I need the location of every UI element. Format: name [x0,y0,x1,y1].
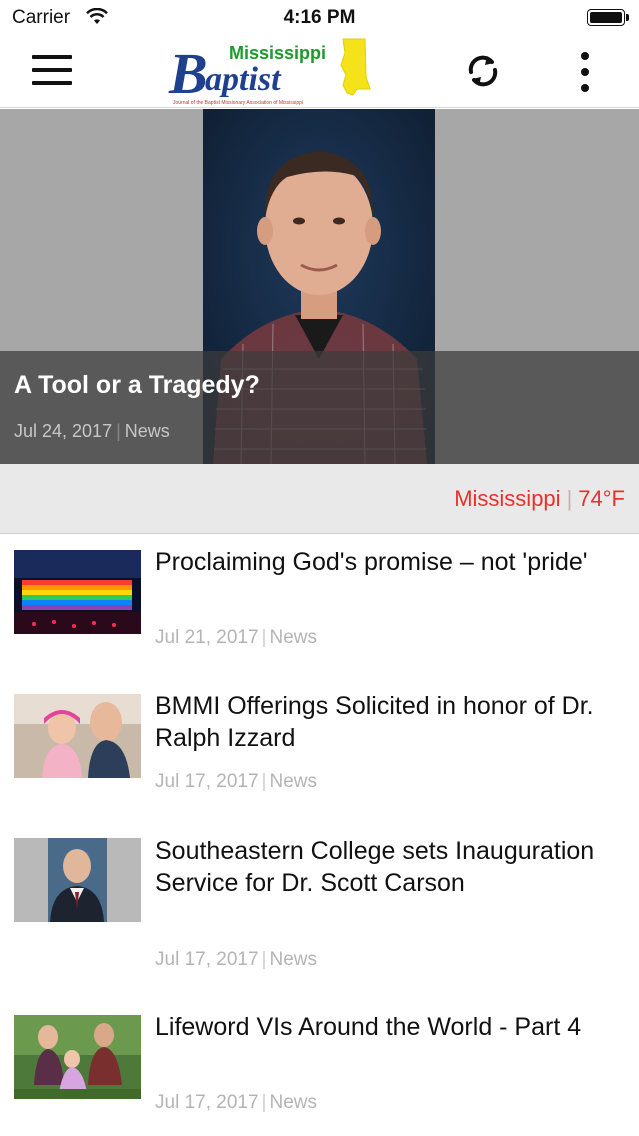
weather-readout: Mississippi | 74°F [454,486,625,512]
article-title[interactable]: Southeastern College sets Inauguration S… [155,835,630,899]
featured-article[interactable]: A Tool or a Tragedy? Jul 24, 2017 | News [0,109,639,464]
article-date: Jul 17, 2017 [155,1092,259,1113]
list-item[interactable]: BMMI Offerings Solicited in honor of Dr.… [0,690,639,800]
featured-article-overlay [0,351,639,464]
battery-icon [587,9,629,26]
refresh-icon[interactable] [460,48,506,94]
meta-separator: | [261,949,267,970]
meta-separator: | [261,627,267,648]
weather-separator: | [566,486,573,511]
article-date: Jul 17, 2017 [155,949,259,970]
list-item[interactable]: Lifeword VIs Around the World - Part 4 J… [0,1011,639,1121]
featured-article-category: News [124,421,170,441]
article-meta: Jul 21, 2017 | News [155,627,317,649]
article-meta: Jul 17, 2017 | News [155,949,317,971]
article-title[interactable]: Lifeword VIs Around the World - Part 4 [155,1011,630,1043]
article-category: News [269,949,317,970]
featured-article-date: Jul 24, 2017 [14,421,113,441]
article-date: Jul 21, 2017 [155,627,259,648]
article-meta: Jul 17, 2017 | News [155,771,317,793]
hamburger-menu-icon[interactable] [30,52,74,88]
list-item[interactable]: Southeastern College sets Inauguration S… [0,835,639,985]
article-title[interactable]: Proclaiming God's promise – not 'pride' [155,546,630,578]
list-item[interactable]: Proclaiming God's promise – not 'pride' … [0,546,639,656]
status-time: 4:16 PM [283,7,356,28]
featured-article-meta: Jul 24, 2017 | News [14,421,170,442]
svg-text:aptist: aptist [205,61,282,98]
article-thumbnail [14,838,141,922]
meta-separator: | [116,421,121,441]
weather-location: Mississippi [454,486,561,511]
article-category: News [269,771,317,792]
logo-tagline: Journal of the Baptist Missionary Associ… [173,100,303,106]
article-title[interactable]: BMMI Offerings Solicited in honor of Dr.… [155,690,630,754]
meta-separator: | [261,1092,267,1113]
article-date: Jul 17, 2017 [155,771,259,792]
svg-text:B: B [168,41,208,106]
article-category: News [269,627,317,648]
article-thumbnail [14,550,141,634]
logo-top-word: Mississippi [229,43,326,63]
status-bar: Carrier 4:16 PM [0,0,639,36]
featured-article-title[interactable]: A Tool or a Tragedy? [14,371,260,400]
weather-temperature: 74°F [578,486,625,511]
article-category: News [269,1092,317,1113]
article-thumbnail [14,1015,141,1099]
weather-bar: Mississippi | 74°F [0,464,639,534]
meta-separator: | [261,771,267,792]
app-header: B Mississippi aptist Journal of the Bapt… [0,36,639,108]
site-logo[interactable]: B Mississippi aptist Journal of the Bapt… [167,37,373,107]
article-thumbnail [14,694,141,778]
article-meta: Jul 17, 2017 | News [155,1092,317,1114]
more-vertical-icon[interactable] [570,50,600,94]
